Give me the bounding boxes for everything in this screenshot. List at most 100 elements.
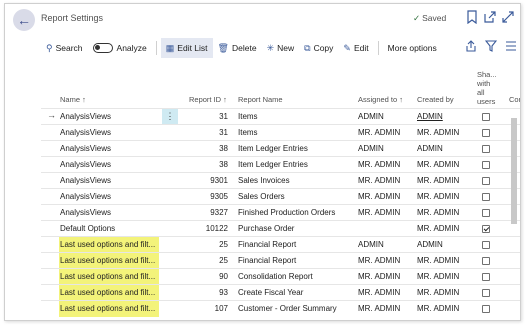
table-row[interactable]: AnalysisViews 9327 Finished Production Ord… [41,204,520,221]
cell-name[interactable]: Default Options [60,221,160,237]
shared-checkbox[interactable] [482,145,490,153]
cell-report-name[interactable]: Financial Report [238,237,353,253]
cell-created-by[interactable]: MR. ADMIN [417,173,472,189]
shared-checkbox[interactable] [482,209,490,217]
expand-icon[interactable] [501,10,515,24]
cell-name[interactable]: AnalysisViews [60,125,160,141]
cell-assigned-to[interactable]: MR. ADMIN [358,205,412,221]
filter-icon[interactable] [485,40,497,52]
table-row[interactable]: Last used options and filt... 90 Consolida… [41,268,520,285]
delete-button[interactable]: 🗑 Delete [213,38,262,58]
share-icon[interactable] [465,40,477,52]
cell-name[interactable]: AnalysisViews [60,205,160,221]
cell-created-by[interactable]: ADMIN [417,141,472,157]
column-header-report-name[interactable]: Report Name [238,95,283,104]
shared-checkbox[interactable] [482,273,490,281]
cell-assigned-to[interactable]: MR. ADMIN [358,301,412,317]
shared-checkbox[interactable] [482,305,490,313]
cell-assigned-to[interactable]: MR. ADMIN [358,125,412,141]
new-button[interactable]: ✳ New [262,38,300,58]
cell-created-by[interactable]: ADMIN [417,109,472,125]
more-options-button[interactable]: More options [383,38,442,58]
cell-report-id[interactable]: 10122 [181,221,228,237]
edit-button[interactable]: ✎ Edit [338,38,373,58]
cell-report-id[interactable]: 31 [181,109,228,125]
cell-report-name[interactable]: Create Fiscal Year [238,285,353,301]
table-row[interactable]: AnalysisViews 38 Item Ledger Entries ADMIN A… [41,140,520,157]
cell-created-by[interactable]: ADMIN [417,237,472,253]
cell-report-name[interactable]: Finished Production Orders [238,205,353,221]
cell-report-id[interactable]: 9305 [181,189,228,205]
cell-created-by[interactable]: MR. ADMIN [417,157,472,173]
cell-created-by[interactable]: MR. ADMIN [417,301,472,317]
cell-report-name[interactable]: Sales Orders [238,189,353,205]
table-row[interactable]: AnalysisViews 9305 Sales Orders MR. ADMIN MR… [41,188,520,205]
cell-report-id[interactable]: 31 [181,125,228,141]
cell-created-by[interactable]: MR. ADMIN [417,269,472,285]
table-row[interactable]: → AnalysisViews 31 Items ADMIN ADMIN ⋮ [41,108,520,125]
cell-assigned-to[interactable]: MR. ADMIN [358,157,412,173]
table-row[interactable]: Last used options and filt... 25 Financial… [41,236,520,253]
table-row[interactable]: AnalysisViews 38 Item Ledger Entries MR. AD… [41,156,520,173]
table-row[interactable]: Last used options and filt... 107 Customer… [41,300,520,317]
table-row[interactable]: Last used options and filt... 25 Financial… [41,252,520,269]
cell-report-id[interactable]: 9301 [181,173,228,189]
cell-report-name[interactable]: Customer - Order Summary [238,301,353,317]
cell-assigned-to[interactable]: ADMIN [358,109,412,125]
cell-created-by[interactable]: MR. ADMIN [417,221,472,237]
cell-name[interactable]: AnalysisViews [60,141,160,157]
back-arrow-icon[interactable]: ← [13,9,35,31]
cell-assigned-to[interactable]: MR. ADMIN [358,269,412,285]
cell-assigned-to[interactable]: MR. ADMIN [358,253,412,269]
cell-assigned-to[interactable]: MR. ADMIN [358,189,412,205]
table-row[interactable]: Default Options 10122 Purchase Order MR. AD… [41,220,520,237]
cell-report-id[interactable]: 107 [181,301,228,317]
table-row[interactable]: AnalysisViews 9301 Sales Invoices MR. ADMIN… [41,172,520,189]
column-header-created-by[interactable]: Created by [417,95,454,104]
cell-assigned-to[interactable]: MR. ADMIN [358,173,412,189]
column-header-extra[interactable]: Cor [509,95,520,104]
cell-report-name[interactable]: Item Ledger Entries [238,141,353,157]
edit-list-button[interactable]: ▦ Edit List [160,38,213,58]
shared-checkbox[interactable] [482,241,490,249]
cell-report-id[interactable]: 38 [181,141,228,157]
cell-assigned-to[interactable] [358,221,412,237]
cell-report-id[interactable]: 90 [181,269,228,285]
cell-name[interactable]: Last used options and filt... [59,301,159,317]
column-header-assigned-to[interactable]: Assigned to ↑ [358,95,403,104]
cell-name[interactable]: AnalysisViews [60,173,160,189]
cell-assigned-to[interactable]: ADMIN [358,237,412,253]
cell-assigned-to[interactable]: ADMIN [358,141,412,157]
cell-report-name[interactable]: Items [238,109,353,125]
cell-report-id[interactable]: 25 [181,253,228,269]
column-header-shared[interactable]: Sha... with all users [477,70,497,106]
shared-checkbox[interactable] [482,161,490,169]
cell-name[interactable]: AnalysisViews [60,157,160,173]
shared-checkbox[interactable] [482,289,490,297]
cell-name[interactable]: Last used options and filt... [59,285,159,301]
column-header-name[interactable]: Name ↑ [60,95,86,104]
bookmark-icon[interactable] [465,10,479,24]
shared-checkbox[interactable] [482,113,490,121]
shared-checkbox[interactable] [482,257,490,265]
cell-name[interactable]: Last used options and filt... [59,253,159,269]
cell-report-name[interactable]: Items [238,125,353,141]
cell-report-name[interactable]: Item Ledger Entries [238,157,353,173]
cell-report-name[interactable]: Purchase Order [238,221,353,237]
cell-report-id[interactable]: 38 [181,157,228,173]
table-row[interactable]: Last used options and filt... 93 Create Fi… [41,284,520,301]
shared-checkbox-checked[interactable] [482,225,490,233]
cell-created-by[interactable]: MR. ADMIN [417,285,472,301]
cell-created-by[interactable]: MR. ADMIN [417,205,472,221]
column-header-report-id[interactable]: Report ID ↑ [189,95,227,104]
search-button[interactable]: ⚲ Search [41,38,88,58]
cell-report-name[interactable]: Consolidation Report [238,269,353,285]
cell-report-id[interactable]: 9327 [181,205,228,221]
cell-report-name[interactable]: Financial Report [238,253,353,269]
list-options-icon[interactable] [505,40,517,52]
shared-checkbox[interactable] [482,177,490,185]
open-new-window-icon[interactable] [483,10,497,24]
cell-name[interactable]: Last used options and filt... [59,269,159,285]
cell-name[interactable]: AnalysisViews [60,109,160,125]
table-row[interactable]: AnalysisViews 31 Items MR. ADMIN MR. ADMIN [41,124,520,141]
